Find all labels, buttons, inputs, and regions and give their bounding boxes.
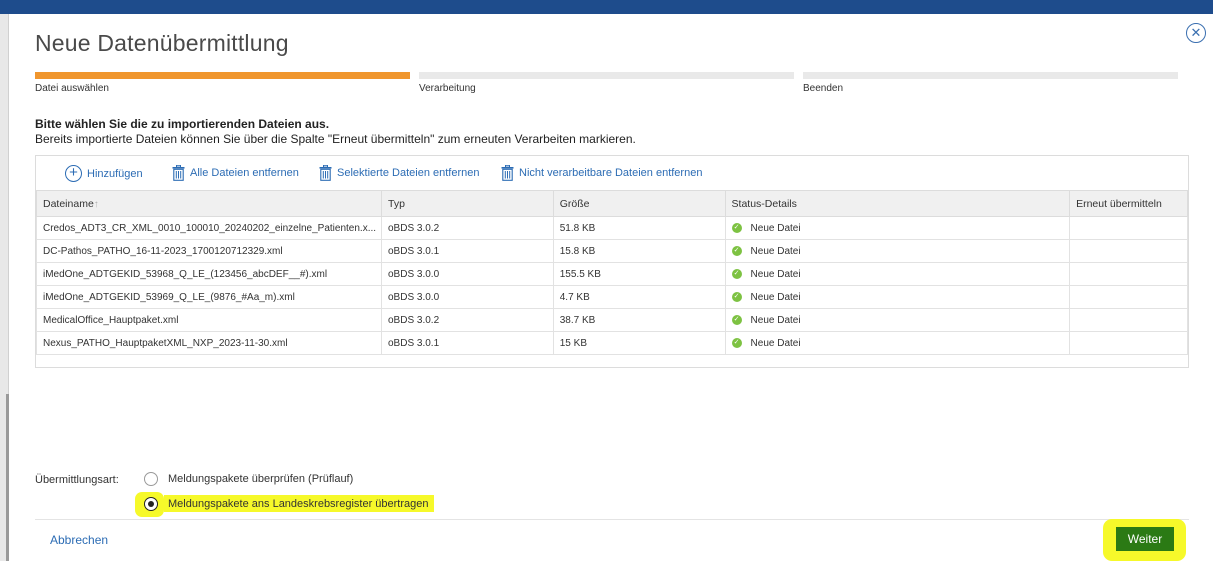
- close-icon[interactable]: ✕: [1186, 23, 1206, 43]
- cell-size: 51.8 KB: [552, 216, 726, 240]
- instructions-heading: Bitte wählen Sie die zu importierenden D…: [35, 117, 330, 131]
- cell-status: ✓ Neue Datei: [724, 239, 1071, 263]
- step-processing: Verarbeitung: [419, 72, 794, 94]
- cell-type: oBDS 3.0.1: [380, 331, 554, 355]
- remove-selected-label: Selektierte Dateien entfernen: [337, 167, 480, 179]
- column-header-name-label: Dateiname: [43, 197, 94, 210]
- cancel-button[interactable]: Abbrechen: [50, 533, 108, 547]
- cell-status: ✓ Neue Datei: [724, 216, 1071, 240]
- status-text: Neue Datei: [750, 337, 801, 349]
- table-row[interactable]: MedicalOffice_Hauptpaket.xml oBDS 3.0.2 …: [36, 308, 1188, 332]
- cell-filename: DC-Pathos_PATHO_16-11-2023_1700120712329…: [36, 239, 382, 263]
- cell-size: 155.5 KB: [552, 262, 726, 286]
- cell-type: oBDS 3.0.2: [380, 216, 554, 240]
- radio-button[interactable]: [144, 472, 158, 486]
- radio-option-label: Meldungspakete überprüfen (Prüflauf): [168, 473, 354, 485]
- trash-icon: [501, 165, 514, 181]
- cell-resend[interactable]: [1069, 331, 1188, 355]
- cell-status: ✓ Neue Datei: [724, 262, 1071, 286]
- cell-status: ✓ Neue Datei: [724, 308, 1071, 332]
- cell-type: oBDS 3.0.1: [380, 239, 554, 263]
- check-circle-icon: ✓: [731, 269, 742, 279]
- cell-size: 4.7 KB: [552, 285, 726, 309]
- cell-type: oBDS 3.0.0: [380, 285, 554, 309]
- table-row[interactable]: DC-Pathos_PATHO_16-11-2023_1700120712329…: [36, 239, 1188, 263]
- radio-option-transmit[interactable]: Meldungspakete ans Landeskrebsregister ü…: [144, 497, 429, 511]
- plus-circle-icon: +: [65, 165, 82, 182]
- table-row[interactable]: iMedOne_ADTGEKID_53968_Q_LE_(123456_abcD…: [36, 262, 1188, 286]
- cell-filename: iMedOne_ADTGEKID_53968_Q_LE_(123456_abcD…: [36, 262, 382, 286]
- cell-resend[interactable]: [1069, 308, 1188, 332]
- status-text: Neue Datei: [750, 222, 801, 234]
- cell-status: ✓ Neue Datei: [724, 331, 1071, 355]
- cell-size: 15.8 KB: [552, 239, 726, 263]
- background-scroll-strip: [6, 394, 9, 561]
- check-circle-icon: ✓: [731, 315, 742, 325]
- step-label: Verarbeitung: [419, 83, 476, 94]
- status-text: Neue Datei: [750, 268, 801, 280]
- cell-type: oBDS 3.0.0: [380, 262, 554, 286]
- step-progress-bar: [803, 72, 1178, 79]
- wizard-steps: Datei auswählen Verarbeitung Beenden: [35, 72, 1180, 96]
- instructions: Bitte wählen Sie die zu importierenden D…: [35, 117, 636, 146]
- files-table: Dateiname↑ Typ Größe Status-Details Erne…: [36, 190, 1188, 355]
- step-progress-bar: [419, 72, 794, 79]
- cell-filename: Credos_ADT3_CR_XML_0010_100010_20240202_…: [36, 216, 382, 240]
- step-finish: Beenden: [803, 72, 1178, 94]
- radio-option-check-run[interactable]: Meldungspakete überprüfen (Prüflauf): [144, 472, 353, 486]
- column-header-name[interactable]: Dateiname↑: [36, 190, 382, 217]
- sort-up-icon: ↑: [93, 198, 99, 210]
- file-toolbar: + Hinzufügen Alle Dateien entfernen Sele…: [36, 156, 1188, 190]
- cell-resend[interactable]: [1069, 216, 1188, 240]
- cell-type: oBDS 3.0.2: [380, 308, 554, 332]
- instructions-sub: Bereits importierte Dateien können Sie ü…: [35, 132, 636, 146]
- cell-resend[interactable]: [1069, 262, 1188, 286]
- cell-filename: iMedOne_ADTGEKID_53969_Q_LE_(9876_#Aa_m)…: [36, 285, 382, 309]
- add-files-label: Hinzufügen: [87, 167, 143, 180]
- add-files-button[interactable]: + Hinzufügen: [65, 165, 143, 182]
- cell-status: ✓ Neue Datei: [724, 285, 1071, 309]
- step-label: Beenden: [803, 83, 844, 94]
- step-progress-bar: [35, 72, 410, 79]
- column-header-type[interactable]: Typ: [380, 190, 554, 217]
- trash-icon: [319, 165, 332, 181]
- check-circle-icon: ✓: [731, 292, 742, 302]
- check-circle-icon: ✓: [731, 338, 742, 348]
- cell-resend[interactable]: [1069, 285, 1188, 309]
- status-text: Neue Datei: [750, 314, 801, 326]
- step-label: Datei auswählen: [35, 83, 109, 94]
- remove-all-button[interactable]: Alle Dateien entfernen: [172, 165, 299, 181]
- transmission-mode-label: Übermittlungsart:: [35, 474, 119, 486]
- remove-selected-button[interactable]: Selektierte Dateien entfernen: [319, 165, 479, 181]
- check-circle-icon: ✓: [731, 246, 742, 256]
- step-file-select: Datei auswählen: [35, 72, 410, 94]
- background-window-edge: [0, 14, 9, 561]
- table-row[interactable]: iMedOne_ADTGEKID_53969_Q_LE_(9876_#Aa_m)…: [36, 285, 1188, 309]
- table-row[interactable]: Nexus_PATHO_HauptpaketXML_NXP_2023-11-30…: [36, 331, 1188, 355]
- cell-filename: Nexus_PATHO_HauptpaketXML_NXP_2023-11-30…: [36, 331, 382, 355]
- status-text: Neue Datei: [750, 291, 801, 303]
- cell-resend[interactable]: [1069, 239, 1188, 263]
- column-header-status[interactable]: Status-Details: [724, 190, 1071, 217]
- radio-option-label: Meldungspakete ans Landeskrebsregister ü…: [168, 498, 429, 510]
- remove-all-label: Alle Dateien entfernen: [190, 167, 299, 179]
- dialog-title: Neue Datenübermittlung: [35, 30, 289, 56]
- check-circle-icon: ✓: [731, 223, 742, 233]
- cell-filename: MedicalOffice_Hauptpaket.xml: [36, 308, 382, 332]
- column-header-resend[interactable]: Erneut übermitteln: [1069, 190, 1188, 217]
- remove-unprocessable-button[interactable]: Nicht verarbeitbare Dateien entfernen: [501, 165, 702, 181]
- trash-icon: [172, 165, 185, 181]
- remove-unprocessable-label: Nicht verarbeitbare Dateien entfernen: [519, 167, 703, 179]
- table-row[interactable]: Credos_ADT3_CR_XML_0010_100010_20240202_…: [36, 216, 1188, 240]
- cell-size: 38.7 KB: [552, 308, 726, 332]
- status-text: Neue Datei: [750, 245, 801, 257]
- app-top-bar: [0, 0, 1213, 14]
- file-panel: + Hinzufügen Alle Dateien entfernen Sele…: [35, 155, 1189, 368]
- cell-size: 15 KB: [552, 331, 726, 355]
- table-header-row: Dateiname↑ Typ Größe Status-Details Erne…: [36, 190, 1188, 217]
- column-header-size[interactable]: Größe: [552, 190, 726, 217]
- radio-button-selected[interactable]: [144, 497, 158, 511]
- footer-divider: [35, 519, 1189, 520]
- next-button[interactable]: Weiter: [1116, 527, 1174, 551]
